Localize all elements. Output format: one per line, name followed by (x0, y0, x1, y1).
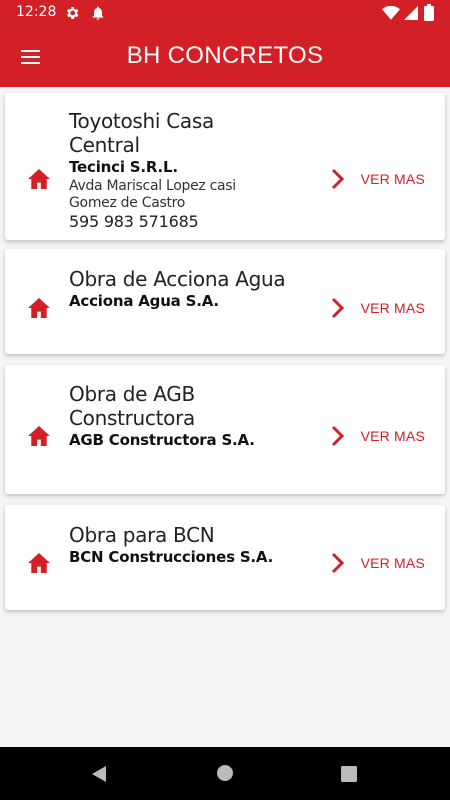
obra-company: BCN Construcciones S.A. (69, 548, 274, 566)
notification-bell-icon (92, 6, 104, 20)
home-icon (28, 553, 50, 573)
wifi-icon (382, 6, 400, 20)
ver-mas-label: VER MAS (360, 555, 425, 571)
home-circle-icon[interactable] (216, 764, 234, 782)
obra-company: Acciona Agua S.A. (69, 292, 219, 310)
app-bar: BH CONCRETOS (0, 25, 450, 87)
obra-list: Toyotoshi Casa Central Tecinci S.R.L. Av… (0, 87, 450, 747)
obra-card[interactable]: Obra de AGB Constructora AGB Constructor… (5, 365, 445, 494)
settings-icon (66, 7, 79, 19)
back-icon[interactable] (90, 765, 108, 783)
ver-mas-button[interactable]: VER MAS (331, 296, 425, 320)
ver-mas-button[interactable]: VER MAS (331, 551, 425, 575)
system-nav-bar (0, 747, 450, 800)
battery-icon (424, 4, 434, 21)
obra-company: AGB Constructora S.A. (69, 431, 255, 449)
ver-mas-label: VER MAS (360, 300, 425, 316)
chevron-right-icon (331, 552, 344, 574)
chevron-right-icon (331, 168, 344, 190)
ver-mas-label: VER MAS (360, 171, 425, 187)
obra-details: Obra para BCN BCN Construcciones S.A. (69, 523, 319, 567)
recents-icon[interactable] (341, 766, 357, 782)
cell-signal-icon (404, 6, 418, 20)
status-bar: 12:28 (0, 0, 450, 25)
obra-title: Obra para BCN (69, 523, 215, 547)
ver-mas-button[interactable]: VER MAS (331, 424, 425, 448)
obra-card[interactable]: Obra de Acciona Agua Acciona Agua S.A. V… (5, 249, 445, 354)
obra-phone: 595 983 571685 (69, 212, 199, 231)
obra-title: Obra de AGB Constructora (69, 382, 195, 430)
home-icon (28, 169, 50, 189)
chevron-right-icon (331, 297, 344, 319)
obra-details: Obra de Acciona Agua Acciona Agua S.A. (69, 267, 319, 311)
obra-title: Toyotoshi Casa Central (69, 109, 214, 157)
app-title: BH CONCRETOS (126, 42, 324, 69)
obra-card[interactable]: Obra para BCN BCN Construcciones S.A. VE… (5, 505, 445, 610)
ver-mas-label: VER MAS (360, 428, 425, 444)
obra-card[interactable]: Toyotoshi Casa Central Tecinci S.R.L. Av… (5, 93, 445, 240)
home-icon (28, 426, 50, 446)
chevron-right-icon (331, 425, 344, 447)
obra-company: Tecinci S.R.L. (69, 158, 178, 176)
obra-details: Toyotoshi Casa Central Tecinci S.R.L. Av… (69, 109, 259, 232)
obra-title: Obra de Acciona Agua (69, 267, 286, 291)
home-icon (28, 298, 50, 318)
ver-mas-button[interactable]: VER MAS (331, 167, 425, 191)
obra-details: Obra de AGB Constructora AGB Constructor… (69, 382, 259, 450)
status-time: 12:28 (16, 4, 57, 20)
obra-address: Avda Mariscal Lopez casi Gomez de Castro (69, 178, 236, 211)
